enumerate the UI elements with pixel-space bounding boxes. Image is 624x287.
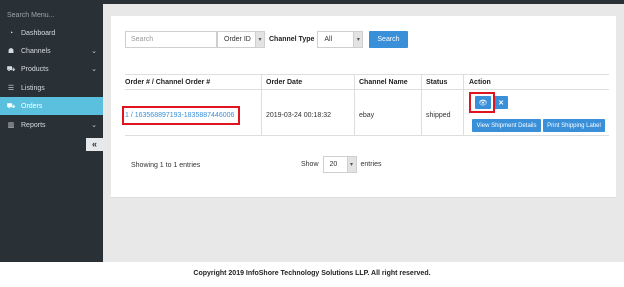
view-shipment-details-button[interactable]: View Shipment Details [472,119,541,132]
sidebar-item-reports[interactable]: ▥ Reports ⌄ [0,116,103,134]
chevron-down-icon: ⌄ [91,122,97,129]
column-header-action: Action [469,79,491,86]
entries-info: Showing 1 to 1 entries [131,162,201,169]
search-button[interactable]: Search [369,31,408,48]
cart-icon: ⛟ [6,65,16,73]
column-header-order-date: Order Date [266,79,303,86]
chevron-down-icon: ⌄ [91,66,97,73]
column-header-channel-name: Channel Name [359,79,408,86]
sidebar-item-channels[interactable]: ☗ Channels ⌄ [0,42,103,60]
print-shipping-label-button[interactable]: Print Shipping Label [543,119,605,132]
users-icon: ☗ [7,48,15,55]
page-size-value: 20 [329,161,338,168]
chevron-down-icon: ▾ [346,157,356,172]
cart-icon: ⛟ [6,102,16,110]
sidebar: Search Menu... ◔ Dashboard ☗ Channels ⌄ … [0,0,103,262]
entries-label: entries [360,161,382,168]
sidebar-item-label: Dashboard [21,29,56,37]
sidebar-search-input[interactable]: Search Menu... [0,0,103,27]
footer-copyright: Copyright 2019 InfoShore Technology Solu… [0,262,624,287]
sidebar-item-listings[interactable]: ☰ Listings [0,79,103,97]
orders-table: Order # / Channel Order # Order Date Cha… [122,74,609,136]
list-icon: ☰ [7,85,15,92]
order-date: 2019-03-24 00:18:32 [266,112,331,119]
page-size-select[interactable]: 20 ▾ [322,156,357,173]
orders-panel: Search Order ID ▾ Channel Type All ▾ Sea… [111,16,616,198]
highlight-box [122,106,240,125]
main-content: Search Order ID ▾ Channel Type All ▾ Sea… [103,4,624,262]
table-row: 1 / 163568897193-1835887446006 2019-03-2… [122,90,609,136]
search-input[interactable]: Search [125,31,217,48]
bar-chart-icon: ▥ [7,122,15,129]
highlight-box [469,92,495,113]
filter-bar: Search Order ID ▾ Channel Type All ▾ Sea… [125,31,408,48]
sidebar-item-label: Reports [21,121,46,129]
channel-type-select[interactable]: All ▾ [317,31,364,48]
sidebar-item-label: Orders [21,102,43,110]
channel-name: ebay [359,112,375,119]
sidebar-item-label: Products [21,65,49,73]
table-header: Order # / Channel Order # Order Date Cha… [125,74,609,90]
status-badge: shipped [426,112,451,119]
order-id-select-value: Order ID [224,36,251,43]
chevron-down-icon: ▾ [353,32,363,47]
sidebar-item-label: Channels [21,47,51,55]
chevron-down-icon: ⌄ [91,48,97,55]
chevron-down-icon: ▾ [255,32,264,47]
dashboard-icon: ◔ [8,29,14,37]
page-size-control: Show 20 ▾ entries [301,156,382,173]
sidebar-item-dashboard[interactable]: ◔ Dashboard [0,24,103,42]
column-header-order: Order # / Channel Order # [125,79,211,86]
order-id-select[interactable]: Order ID ▾ [217,31,265,48]
column-header-status: Status [426,79,448,86]
collapse-sidebar-button[interactable]: « [86,138,103,151]
sidebar-item-label: Listings [21,84,45,92]
channel-type-label: Channel Type [269,36,315,43]
close-icon: ✕ [498,99,504,107]
channel-type-select-value: All [324,36,333,43]
show-label: Show [301,161,319,168]
delete-order-button[interactable]: ✕ [494,96,508,109]
sidebar-item-products[interactable]: ⛟ Products ⌄ [0,60,103,78]
sidebar-item-orders[interactable]: ⛟ Orders [0,97,103,115]
